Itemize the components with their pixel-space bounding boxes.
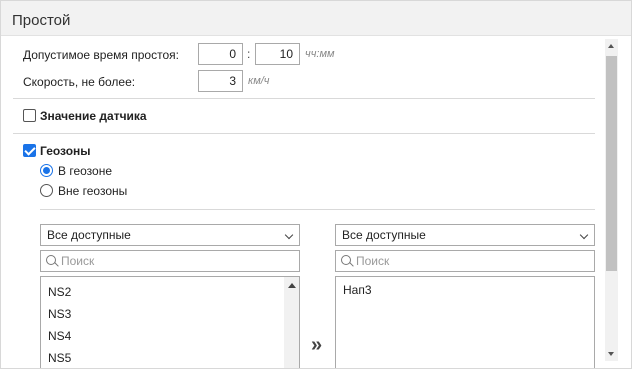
panel-content: Допустимое время простоя: 0 : 10 чч:мм С… bbox=[1, 39, 605, 368]
panel-header: Простой bbox=[1, 1, 631, 36]
speed-unit: км/ч bbox=[248, 75, 270, 87]
divider bbox=[40, 209, 595, 210]
divider bbox=[13, 98, 595, 99]
idle-panel: Простой Допустимое время простоя: 0 : 10… bbox=[0, 0, 632, 369]
radio-in-geozone-label: В геозоне bbox=[58, 164, 113, 178]
radio-out-geozone[interactable] bbox=[40, 184, 53, 197]
idle-time-label: Допустимое время простоя: bbox=[23, 48, 179, 62]
chevron-down-icon bbox=[579, 230, 589, 240]
list-item[interactable]: NS3 bbox=[48, 307, 71, 321]
chevron-down-icon bbox=[284, 230, 294, 240]
radio-in-geozone[interactable] bbox=[40, 164, 53, 177]
left-list-scrollbar[interactable] bbox=[284, 277, 299, 368]
right-filter-value: Все доступные bbox=[342, 228, 426, 242]
list-item[interactable]: Нап3 bbox=[343, 283, 372, 297]
scroll-down-icon[interactable] bbox=[608, 352, 614, 356]
right-listbox[interactable]: Нап3 bbox=[335, 276, 595, 368]
left-filter-value: Все доступные bbox=[47, 228, 131, 242]
idle-hours-input[interactable]: 0 bbox=[198, 43, 243, 65]
left-listbox[interactable]: NS2 NS3 NS4 NS5 bbox=[40, 276, 300, 368]
speed-input[interactable]: 3 bbox=[198, 70, 243, 92]
move-right-button[interactable]: » bbox=[311, 334, 322, 357]
radio-out-geozone-label: Вне геозоны bbox=[58, 184, 128, 198]
right-search-placeholder: Поиск bbox=[356, 254, 390, 268]
list-item[interactable]: NS5 bbox=[48, 351, 71, 365]
sensor-label: Значение датчика bbox=[40, 109, 147, 123]
left-filter-select[interactable]: Все доступные bbox=[40, 224, 300, 246]
idle-minutes-input[interactable]: 10 bbox=[255, 43, 300, 65]
geozones-checkbox[interactable] bbox=[23, 144, 36, 157]
divider bbox=[13, 133, 595, 134]
list-item[interactable]: NS2 bbox=[48, 285, 71, 299]
left-search-input[interactable]: Поиск bbox=[40, 250, 300, 272]
sensor-checkbox[interactable] bbox=[23, 109, 36, 122]
panel-scrollbar[interactable] bbox=[605, 39, 618, 361]
panel-title: Простой bbox=[12, 12, 71, 29]
geozones-label: Геозоны bbox=[40, 144, 91, 158]
scroll-up-icon[interactable] bbox=[288, 283, 296, 288]
left-search-placeholder: Поиск bbox=[61, 254, 95, 268]
time-separator: : bbox=[247, 47, 251, 61]
idle-time-unit: чч:мм bbox=[305, 48, 335, 60]
right-search-input[interactable]: Поиск bbox=[335, 250, 595, 272]
speed-label: Скорость, не более: bbox=[23, 75, 136, 89]
scrollbar-thumb[interactable] bbox=[606, 56, 617, 271]
list-item[interactable]: NS4 bbox=[48, 329, 71, 343]
search-icon bbox=[46, 255, 56, 265]
search-icon bbox=[341, 255, 351, 265]
right-filter-select[interactable]: Все доступные bbox=[335, 224, 595, 246]
scroll-up-icon[interactable] bbox=[608, 44, 614, 48]
